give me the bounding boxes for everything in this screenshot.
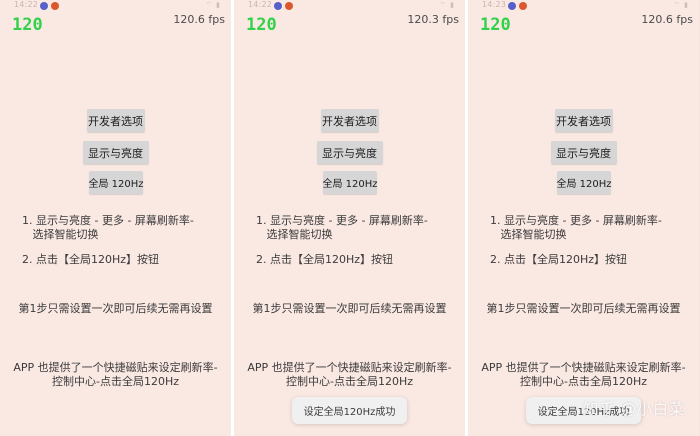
display-brightness-button[interactable]: 显示与亮度 (316, 141, 383, 164)
app-icon (519, 2, 527, 10)
instruction-step-2: 2. 点击【全局120Hz】按钮 (256, 253, 394, 266)
instruction-step-1: 1. 显示与亮度 - 更多 - 屏幕刷新率- 选择智能切换 (22, 214, 194, 241)
global-120hz-button[interactable]: 全局 120Hz (556, 171, 612, 194)
fps-label: 120.6 fps (173, 13, 225, 26)
setup-once-note: 第1步只需设置一次即可后续无需再设置 (252, 302, 447, 315)
fps-label: 120.6 fps (641, 13, 693, 26)
fps-counter: 120 (480, 15, 511, 35)
status-bar: 14:23 ⌔ ▮ (468, 0, 699, 13)
app-icon (285, 2, 293, 10)
status-time: 14:23 (482, 0, 507, 9)
display-brightness-button[interactable]: 显示与亮度 (82, 141, 149, 164)
fps-label: 120.3 fps (407, 13, 459, 26)
developer-options-button[interactable]: 开发者选项 (554, 109, 613, 132)
status-time: 14:22 (248, 0, 273, 9)
fps-counter: 120 (12, 15, 43, 35)
notification-icon (40, 2, 48, 10)
signal-battery-icon: ⌔ ▮ (439, 1, 455, 9)
signal-battery-icon: ⌔ ▮ (205, 1, 221, 9)
quick-tile-note: APP 也提供了一个快捷磁贴来设定刷新率- 控制中心-点击全局120Hz (13, 361, 218, 388)
developer-options-button[interactable]: 开发者选项 (86, 109, 145, 132)
status-time: 14:22 (14, 0, 39, 9)
app-icon (51, 2, 59, 10)
setup-once-note: 第1步只需设置一次即可后续无需再设置 (486, 302, 681, 315)
notification-icon (508, 2, 516, 10)
phone-screen-2: 14:22 ⌔ ▮ 120 120.3 fps 开发者选项 显示与亮度 全局 1… (234, 0, 465, 436)
instruction-step-2: 2. 点击【全局120Hz】按钮 (490, 253, 628, 266)
developer-options-button[interactable]: 开发者选项 (320, 109, 379, 132)
phone-screen-1: 14:22 ⌔ ▮ 120 120.6 fps 开发者选项 显示与亮度 全局 1… (0, 0, 231, 436)
instruction-step-1: 1. 显示与亮度 - 更多 - 屏幕刷新率- 选择智能切换 (490, 214, 662, 241)
screens-container: 14:22 ⌔ ▮ 120 120.6 fps 开发者选项 显示与亮度 全局 1… (0, 0, 700, 436)
quick-tile-note: APP 也提供了一个快捷磁贴来设定刷新率- 控制中心-点击全局120Hz (481, 361, 686, 388)
display-brightness-button[interactable]: 显示与亮度 (550, 141, 617, 164)
global-120hz-button[interactable]: 全局 120Hz (88, 171, 144, 194)
instruction-step-1: 1. 显示与亮度 - 更多 - 屏幕刷新率- 选择智能切换 (256, 214, 428, 241)
signal-battery-icon: ⌔ ▮ (673, 1, 689, 9)
fps-counter: 120 (246, 15, 277, 35)
global-120hz-button[interactable]: 全局 120Hz (322, 171, 378, 194)
setup-once-note: 第1步只需设置一次即可后续无需再设置 (18, 302, 213, 315)
phone-screen-3: 14:23 ⌔ ▮ 120 120.6 fps 开发者选项 显示与亮度 全局 1… (468, 0, 699, 436)
status-bar: 14:22 ⌔ ▮ (234, 0, 465, 13)
watermark: 知乎 @小白菜 (583, 400, 685, 418)
success-toast: 设定全局120Hz成功 (291, 397, 408, 424)
quick-tile-note: APP 也提供了一个快捷磁贴来设定刷新率- 控制中心-点击全局120Hz (247, 361, 452, 388)
notification-icon (274, 2, 282, 10)
instruction-step-2: 2. 点击【全局120Hz】按钮 (22, 253, 160, 266)
status-bar: 14:22 ⌔ ▮ (0, 0, 231, 13)
